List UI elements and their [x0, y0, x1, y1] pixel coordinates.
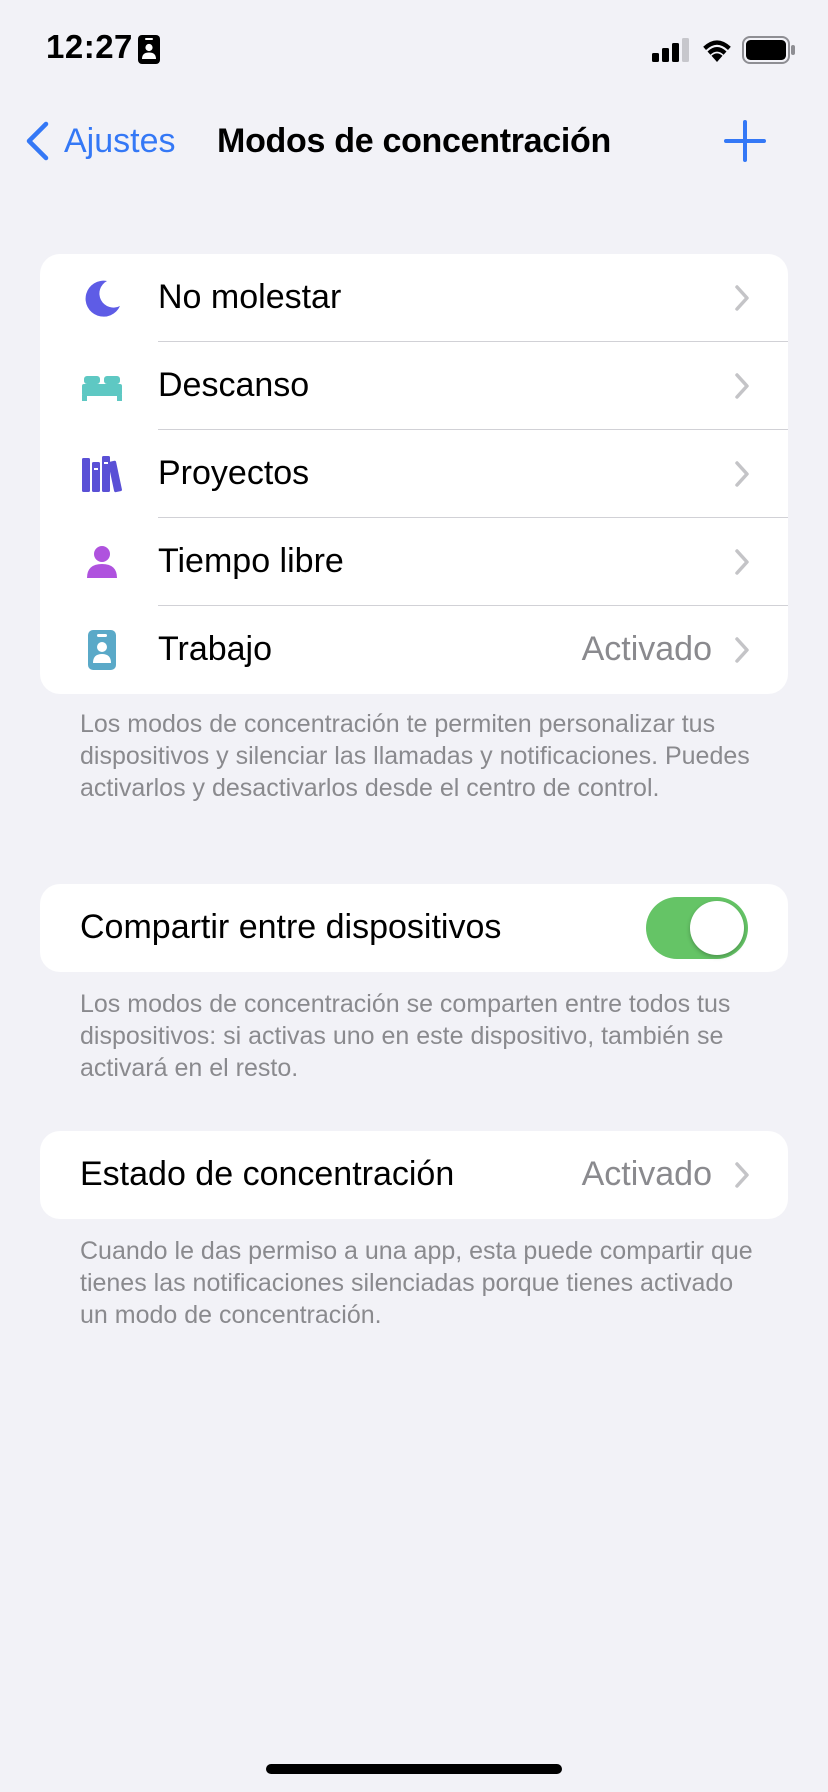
status-footnote: Cuando le das permiso a una app, esta pu…	[80, 1237, 753, 1329]
mode-row-no-molestar[interactable]: No molestar	[40, 254, 788, 342]
home-indicator[interactable]	[266, 1764, 562, 1774]
id-badge-icon	[80, 628, 124, 672]
chevron-right-icon	[735, 373, 749, 399]
battery-icon	[742, 36, 795, 64]
focus-work-icon	[138, 35, 160, 64]
books-icon	[80, 452, 124, 496]
mode-label: Descanso	[158, 366, 310, 404]
share-toggle[interactable]	[646, 897, 748, 959]
bed-icon	[80, 364, 124, 408]
share-label: Compartir entre dispositivos	[80, 908, 502, 946]
chevron-right-icon	[735, 285, 749, 311]
focus-modes-list: No molestar Descanso Proyectos Tiempo li…	[40, 254, 788, 694]
focus-status-value: Activado	[581, 1155, 712, 1193]
mode-label: Proyectos	[158, 454, 310, 492]
mode-label: Trabajo	[158, 630, 273, 668]
chevron-right-icon	[735, 1162, 749, 1188]
chevron-right-icon	[735, 637, 749, 663]
modes-footnote: Los modos de concentración te permiten p…	[80, 710, 750, 802]
focus-status-row[interactable]: Estado de concentración Activado	[40, 1131, 788, 1219]
signal-icon	[652, 38, 689, 62]
share-footnote: Los modos de concentración se comparten …	[80, 990, 731, 1082]
plus-icon[interactable]	[722, 118, 768, 164]
focus-status-group: Estado de concentración Activado	[40, 1131, 788, 1219]
mode-row-trabajo[interactable]: Trabajo Activado	[40, 606, 788, 694]
page-title: Modos de concentración	[217, 122, 611, 160]
mode-row-tiempo-libre[interactable]: Tiempo libre	[40, 518, 788, 606]
moon-icon	[80, 276, 124, 320]
chevron-right-icon	[735, 461, 749, 487]
navigation-bar: Ajustes Modos de concentración	[0, 100, 828, 182]
mode-row-proyectos[interactable]: Proyectos	[40, 430, 788, 518]
status-time: 12:27	[46, 28, 133, 65]
focus-settings-screen: 12:27 Ajustes Modos de concentración No …	[0, 0, 828, 1792]
toggle-knob	[690, 901, 744, 955]
share-across-devices-row: Compartir entre dispositivos	[40, 884, 788, 972]
status-bar: 12:27	[0, 0, 828, 100]
wifi-icon	[703, 40, 731, 62]
person-icon	[80, 540, 124, 584]
mode-status: Activado	[581, 630, 712, 668]
chevron-right-icon	[735, 549, 749, 575]
share-across-devices-group: Compartir entre dispositivos	[40, 884, 788, 972]
mode-label: No molestar	[158, 278, 342, 316]
mode-row-descanso[interactable]: Descanso	[40, 342, 788, 430]
mode-label: Tiempo libre	[158, 542, 344, 580]
focus-status-label: Estado de concentración	[80, 1155, 455, 1193]
